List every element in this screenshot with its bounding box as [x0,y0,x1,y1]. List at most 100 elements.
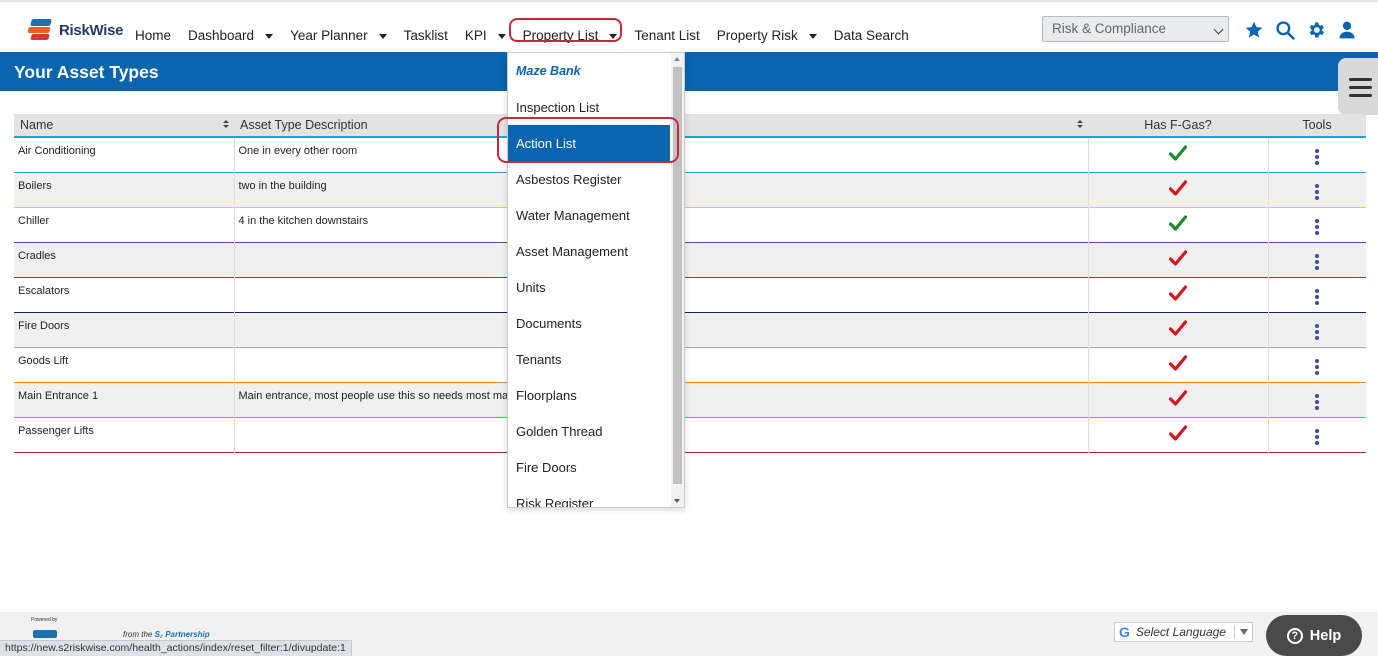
asset-name-cell: Passenger Lifts [14,417,235,452]
dropdown-item-asset-management[interactable]: Asset Management [508,233,671,269]
fgas-cell [1088,312,1269,347]
language-select[interactable]: G Select Language [1114,622,1253,642]
asset-types-table: Name Asset Type Description Has F-Gas? T… [14,114,1366,453]
nav-item-home[interactable]: Home [135,28,171,43]
scroll-down-icon[interactable] [674,499,680,503]
column-header-name[interactable]: Name [14,114,234,138]
more-options-icon[interactable] [1315,219,1320,235]
table-row[interactable]: Fire Doors [14,312,1366,347]
dropdown-item-asbestos-register[interactable]: Asbestos Register [508,161,671,197]
help-label: Help [1309,627,1342,644]
dropdown-heading[interactable]: Maze Bank [508,53,671,89]
more-options-icon[interactable] [1315,254,1320,270]
user-icon[interactable] [1337,20,1357,40]
star-icon[interactable] [1244,20,1264,40]
riskwise-logo[interactable]: RiskWise [27,16,123,44]
asset-name-cell: Fire Doors [14,312,235,347]
table-row[interactable]: Escalators [14,277,1366,312]
search-icon[interactable] [1275,20,1295,40]
from-partnership-text: from the S₂ Partnership [123,630,210,639]
dropdown-item-units[interactable]: Units [508,269,671,305]
tools-cell [1268,277,1366,312]
more-options-icon[interactable] [1315,324,1320,340]
google-icon: G [1119,624,1130,640]
asset-name-cell: Main Entrance 1 [14,382,235,417]
language-select-label: Select Language [1135,625,1226,639]
more-options-icon[interactable] [1315,394,1320,410]
table-row[interactable]: Boilers two in the building [14,172,1366,207]
check-icon [1168,320,1188,336]
logo-text: RiskWise [59,21,124,39]
fgas-cell [1088,417,1269,452]
asset-name-cell: Goods Lift [14,347,235,382]
tools-cell [1268,172,1366,207]
table-body: Air Conditioning One in every other room B… [14,137,1366,452]
side-menu-toggle[interactable] [1338,58,1378,115]
nav-item-property-list[interactable]: Property List [508,18,622,43]
nav-item-tenant-list[interactable]: Tenant List [634,28,699,43]
fgas-cell [1088,207,1269,242]
asset-name-cell: Air Conditioning [14,137,235,172]
module-select[interactable]: Risk & Compliance [1042,16,1229,42]
asset-name-cell: Boilers [14,172,235,207]
tools-cell [1268,242,1366,277]
caret-down-icon [378,34,387,39]
dropdown-item-golden-thread[interactable]: Golden Thread [508,413,671,449]
page-title: Your Asset Types [14,62,159,82]
nav-item-data-search[interactable]: Data Search [834,28,909,43]
dropdown-item-risk-register[interactable]: Risk Register [508,485,671,508]
tools-cell [1268,207,1366,242]
dropdown-arrow-icon [1240,629,1248,635]
more-options-icon[interactable] [1315,149,1320,166]
column-header-fgas: Has F-Gas? [1088,114,1268,138]
table-row[interactable]: Main Entrance 1 Main entrance, most peopl… [14,382,1366,417]
scroll-up-icon[interactable] [674,57,680,61]
nav-item-property-risk[interactable]: Property Risk [717,28,817,43]
more-options-icon[interactable] [1315,359,1320,375]
tools-cell [1268,347,1366,382]
chevron-down-icon [1213,24,1224,35]
gear-icon[interactable] [1306,20,1326,40]
table-row[interactable]: Passenger Lifts [14,417,1366,452]
dropdown-item-water-management[interactable]: Water Management [508,197,671,233]
nav-item-dashboard[interactable]: Dashboard [188,28,274,43]
check-icon [1168,390,1188,406]
caret-down-icon [497,34,506,39]
nav-item-kpi[interactable]: KPI [465,28,506,43]
more-options-icon[interactable] [1315,289,1320,305]
check-icon [1168,285,1188,301]
dropdown-item-fire-doors[interactable]: Fire Doors [508,449,671,485]
asset-name-cell: Chiller [14,207,235,242]
question-icon: ? [1286,627,1303,644]
fgas-cell [1088,172,1269,207]
powered-by-text: Powered by [31,617,58,623]
asset-name-cell: Escalators [14,277,235,312]
table-row[interactable]: Chiller 4 in the kitchen downstairs [14,207,1366,242]
table-row[interactable]: Goods Lift [14,347,1366,382]
top-navbar: RiskWise Home Dashboard Year Planner Taskli… [0,0,1378,52]
more-options-icon[interactable] [1315,429,1320,445]
fgas-cell [1088,347,1269,382]
dropdown-item-floorplans[interactable]: Floorplans [508,377,671,413]
dropdown-item-tenants[interactable]: Tenants [508,341,671,377]
fgas-cell [1088,242,1269,277]
check-icon [1168,180,1188,196]
check-icon [1168,145,1188,161]
module-select-value: Risk & Compliance [1052,21,1167,36]
caret-down-icon [609,34,618,39]
table-row[interactable]: Air Conditioning One in every other room [14,137,1366,172]
top-icons [1244,20,1357,40]
fgas-cell [1088,137,1269,172]
more-options-icon[interactable] [1315,184,1320,200]
help-button[interactable]: ? Help [1266,615,1362,656]
nav-item-year-planner[interactable]: Year Planner [290,28,387,43]
fgas-cell [1088,277,1269,312]
tools-cell [1268,417,1366,452]
tools-cell [1268,382,1366,417]
nav-item-tasklist[interactable]: Tasklist [404,28,448,43]
dropdown-item-documents[interactable]: Documents [508,305,671,341]
action-list-highlight [497,117,679,163]
check-icon [1168,250,1188,266]
asset-name-cell: Cradles [14,242,235,277]
table-row[interactable]: Cradles [14,242,1366,277]
